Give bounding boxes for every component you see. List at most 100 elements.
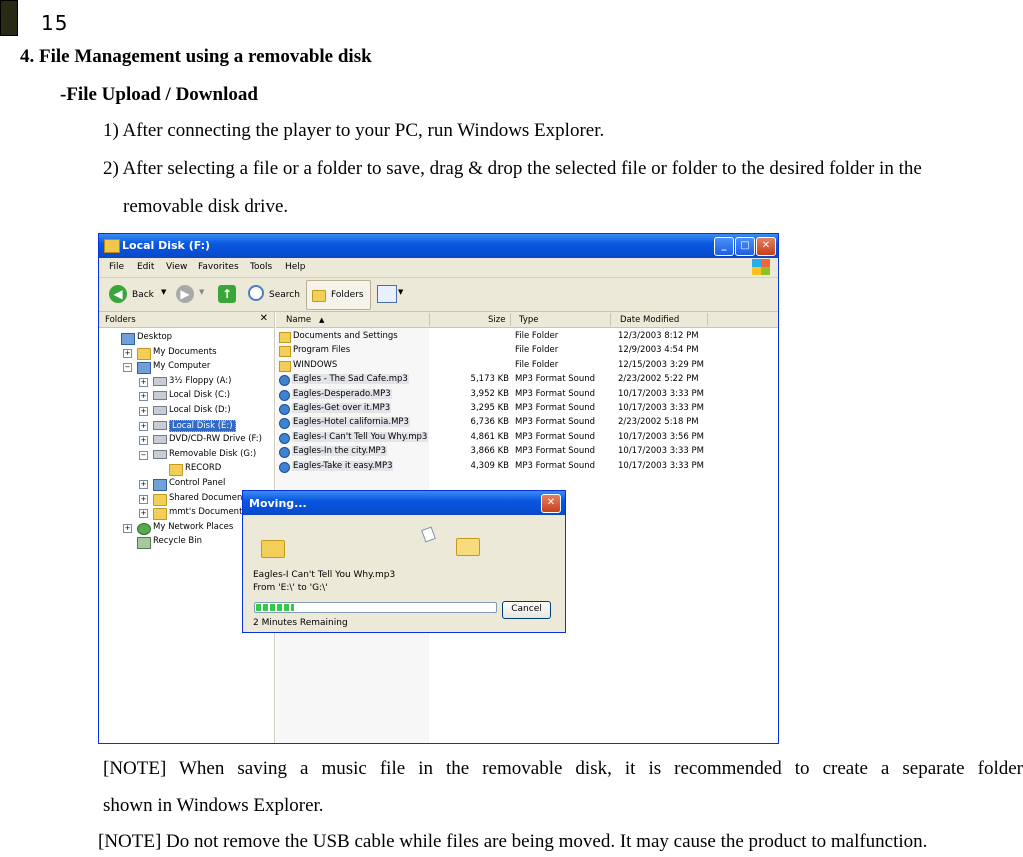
expand-icon[interactable]: + bbox=[139, 509, 148, 519]
step-2-text: 2) After selecting a file or a folder to… bbox=[103, 158, 922, 179]
views-dropdown-icon[interactable]: ▼ bbox=[398, 288, 403, 296]
up-folder-icon[interactable]: ↑ bbox=[218, 285, 236, 303]
moving-from-to: From 'E:\' to 'G:\' bbox=[253, 583, 328, 593]
tree-item-label: My Computer bbox=[153, 361, 211, 372]
menu-tools[interactable]: Tools bbox=[250, 262, 272, 272]
column-header-name[interactable]: Name bbox=[286, 315, 311, 325]
file-row[interactable]: Eagles-Take it easy.MP3 4,309 KB MP3 Forma… bbox=[276, 460, 778, 474]
tree-item-label: mmt's Documents bbox=[169, 507, 247, 518]
tree-item-label: Local Disk (C:) bbox=[169, 390, 231, 401]
file-row[interactable]: Documents and Settings File Folder 12/3/20… bbox=[276, 330, 778, 344]
file-size: 3,952 KB bbox=[470, 388, 509, 399]
time-remaining: 2 Minutes Remaining bbox=[253, 618, 348, 628]
file-name: Documents and Settings bbox=[293, 331, 398, 341]
forward-dropdown-icon[interactable]: ▼ bbox=[199, 288, 204, 296]
file-row[interactable]: Eagles - The Sad Cafe.mp3 5,173 KB MP3 For… bbox=[276, 373, 778, 387]
mp3-file-icon bbox=[279, 404, 290, 415]
tree-item-label: Recycle Bin bbox=[153, 536, 203, 547]
file-date: 10/17/2003 3:56 PM bbox=[618, 431, 704, 442]
folder-icon bbox=[279, 346, 291, 358]
file-date: 10/17/2003 3:33 PM bbox=[618, 403, 704, 413]
file-name: Eagles-I Can't Tell You Why.mp3 bbox=[292, 431, 429, 442]
column-divider[interactable] bbox=[707, 313, 708, 326]
expand-icon[interactable]: + bbox=[139, 377, 148, 387]
back-dropdown-icon[interactable]: ▼ bbox=[161, 288, 166, 296]
views-icon[interactable] bbox=[377, 285, 397, 303]
collapse-icon[interactable]: − bbox=[139, 450, 148, 460]
column-divider[interactable] bbox=[510, 313, 511, 326]
close-button[interactable]: ✕ bbox=[756, 237, 776, 256]
file-name: WINDOWS bbox=[293, 359, 338, 370]
file-row[interactable]: Eagles-Get over it.MP3 3,295 KB MP3 Format… bbox=[276, 402, 778, 416]
note-usb-cable: [NOTE] Do not remove the USB cable while… bbox=[98, 831, 928, 852]
source-folder-icon bbox=[261, 540, 285, 558]
file-row[interactable]: WINDOWS File Folder 12/15/2003 3:29 PM bbox=[276, 359, 778, 373]
column-header-size[interactable]: Size bbox=[488, 315, 505, 325]
menu-file[interactable]: File bbox=[109, 262, 124, 272]
file-size: 3,866 KB bbox=[470, 446, 509, 457]
expand-icon[interactable]: + bbox=[123, 523, 132, 533]
tree-item-label: Shared Documents bbox=[169, 492, 251, 503]
file-name: Eagles-In the city.MP3 bbox=[292, 446, 388, 457]
tree-item-label: Removable Disk (G:) bbox=[169, 448, 257, 459]
search-icon[interactable] bbox=[248, 285, 264, 301]
menu-edit[interactable]: Edit bbox=[137, 262, 154, 272]
tree-item-label: DVD/CD-RW Drive (F:) bbox=[169, 434, 262, 445]
menu-bar: File Edit View Favorites Tools Help bbox=[99, 258, 778, 278]
menu-help[interactable]: Help bbox=[285, 262, 306, 272]
file-size: 4,309 KB bbox=[470, 460, 509, 471]
tree-item-label: Local Disk (E:) bbox=[169, 419, 236, 432]
cancel-button[interactable]: Cancel bbox=[502, 601, 551, 619]
file-type: MP3 Format Sound bbox=[515, 374, 595, 385]
file-name: Eagles-Take it easy.MP3 bbox=[292, 460, 394, 471]
page-number: 15 bbox=[41, 11, 69, 35]
column-divider[interactable] bbox=[429, 313, 430, 326]
expand-icon[interactable]: + bbox=[139, 494, 148, 504]
expand-icon[interactable]: + bbox=[139, 480, 148, 489]
drive-icon bbox=[153, 406, 167, 415]
expand-icon[interactable]: + bbox=[139, 392, 148, 402]
step-1-text: 1) After connecting the player to your P… bbox=[103, 120, 605, 141]
tree-item-label: Desktop bbox=[137, 332, 173, 342]
file-row[interactable]: Eagles-I Can't Tell You Why.mp3 4,861 KB M… bbox=[276, 431, 778, 445]
tree-item-label: Control Panel bbox=[169, 478, 226, 488]
menu-favorites[interactable]: Favorites bbox=[198, 262, 239, 272]
close-pane-icon[interactable]: ✕ bbox=[260, 313, 268, 324]
cd-drive-icon bbox=[153, 435, 167, 445]
folder-icon bbox=[279, 332, 291, 343]
folders-button[interactable]: Folders bbox=[306, 280, 371, 310]
expand-icon[interactable]: + bbox=[139, 436, 148, 446]
file-type: MP3 Format Sound bbox=[515, 388, 595, 399]
search-button-label[interactable]: Search bbox=[269, 290, 300, 300]
file-row[interactable]: Program Files File Folder 12/9/2003 4:54 P… bbox=[276, 344, 778, 358]
column-divider[interactable] bbox=[610, 313, 611, 326]
menu-view[interactable]: View bbox=[166, 262, 187, 272]
folders-button-label: Folders bbox=[331, 290, 364, 300]
minimize-button[interactable]: _ bbox=[714, 237, 734, 256]
column-header-date[interactable]: Date Modified bbox=[620, 315, 679, 325]
file-row[interactable]: Eagles-In the city.MP3 3,866 KB MP3 Format… bbox=[276, 445, 778, 459]
expand-icon[interactable]: + bbox=[123, 348, 132, 358]
forward-arrow-icon[interactable]: ▶ bbox=[176, 285, 194, 303]
expand-icon[interactable]: + bbox=[139, 421, 148, 431]
file-name: Program Files bbox=[293, 345, 351, 356]
column-header-type[interactable]: Type bbox=[519, 315, 539, 325]
drive-icon bbox=[153, 391, 167, 401]
dialog-close-button[interactable]: ✕ bbox=[541, 494, 561, 513]
moving-dialog-titlebar: Moving... ✕ bbox=[243, 491, 565, 515]
file-row[interactable]: Eagles-Desperado.MP3 3,952 KB MP3 Format S… bbox=[276, 388, 778, 402]
expand-icon[interactable]: + bbox=[139, 407, 148, 416]
back-button-label[interactable]: Back bbox=[132, 290, 154, 300]
file-size: 6,736 KB bbox=[470, 417, 509, 428]
toolbar: ◀ Back ▼ ▶ ▼ ↑ Search Folders ▼ bbox=[99, 278, 778, 312]
folder-icon bbox=[312, 290, 326, 302]
moving-filename: Eagles-I Can't Tell You Why.mp3 bbox=[253, 570, 396, 580]
back-arrow-icon[interactable]: ◀ bbox=[109, 285, 127, 303]
collapse-icon[interactable]: − bbox=[123, 363, 132, 373]
folder-icon bbox=[104, 239, 120, 253]
file-row[interactable]: Eagles-Hotel california.MP3 6,736 KB MP3 F… bbox=[276, 416, 778, 430]
explorer-title: Local Disk (F:) bbox=[122, 239, 211, 252]
folder-icon bbox=[137, 347, 151, 360]
maximize-button[interactable]: □ bbox=[735, 237, 755, 256]
folder-icon bbox=[279, 360, 291, 372]
